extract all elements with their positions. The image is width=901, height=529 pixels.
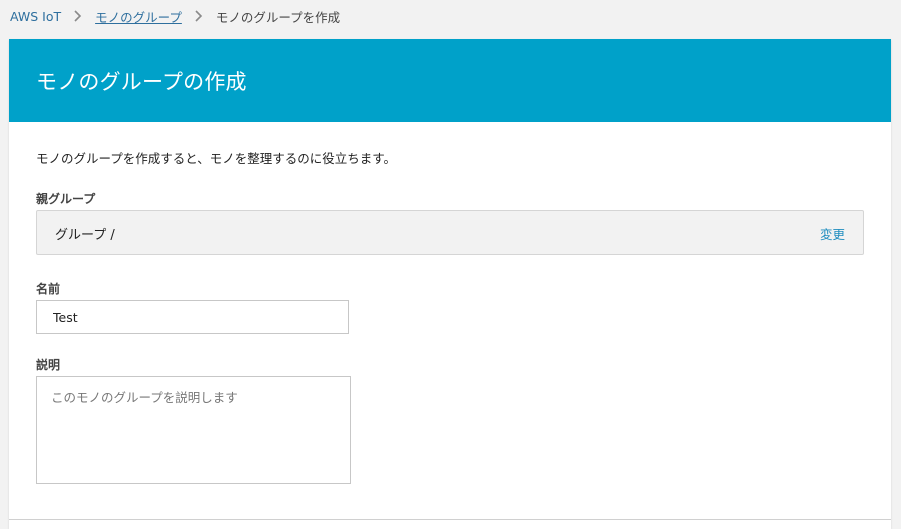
breadcrumb-thing-groups[interactable]: モノのグループ <box>95 7 182 26</box>
divider <box>9 519 891 520</box>
chevron-right-icon <box>189 9 209 23</box>
change-parent-group-link[interactable]: 変更 <box>820 224 845 243</box>
breadcrumb-aws-iot[interactable]: AWS IoT <box>10 9 61 24</box>
card-header: モノのグループの作成 <box>9 39 891 122</box>
create-thing-group-card: モノのグループの作成 モノのグループを作成すると、モノを整理するのに役立ちます。… <box>9 39 891 529</box>
parent-group-label: 親グループ <box>36 192 96 206</box>
parent-group-field: グループ / 変更 <box>36 210 864 255</box>
description-textarea[interactable] <box>36 376 351 484</box>
description-label: 説明 <box>36 358 61 372</box>
page-description: モノのグループを作成すると、モノを整理するのに役立ちます。 <box>36 151 397 166</box>
breadcrumb-current: モノのグループを作成 <box>215 9 341 25</box>
chevron-right-icon <box>68 9 88 23</box>
breadcrumb: AWS IoT モノのグループ モノのグループを作成 <box>10 7 340 25</box>
name-input[interactable] <box>36 300 349 334</box>
parent-group-value: グループ / <box>55 228 115 243</box>
name-label: 名前 <box>36 282 61 296</box>
page-title: モノのグループの作成 <box>36 69 247 94</box>
